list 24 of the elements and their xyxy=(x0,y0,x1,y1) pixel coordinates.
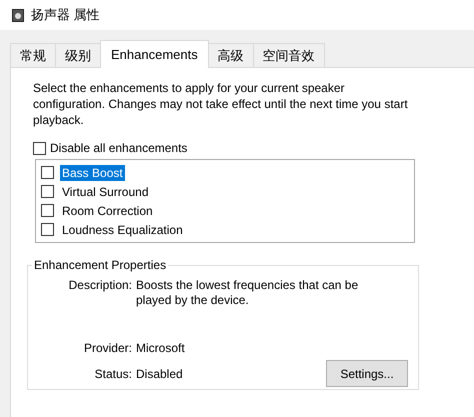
list-item[interactable]: Room Correction xyxy=(60,202,155,218)
checkbox[interactable] xyxy=(41,185,54,198)
checkbox[interactable] xyxy=(41,166,54,179)
field-value: Disabled xyxy=(136,367,183,382)
tab[interactable]: 空间音效 xyxy=(252,43,325,67)
checkbox[interactable] xyxy=(41,204,54,217)
tab[interactable]: Enhancements xyxy=(100,40,209,68)
field-label: Provider: xyxy=(82,341,132,356)
list-item[interactable]: Virtual Surround xyxy=(60,184,150,200)
group-title: Enhancement Properties xyxy=(32,258,168,272)
tab[interactable]: 常规 xyxy=(10,43,56,67)
field-value: Boosts the lowest frequencies that can be played by the device. xyxy=(136,278,360,308)
list-item[interactable]: Bass Boost xyxy=(60,164,125,180)
checkbox[interactable] xyxy=(41,223,54,236)
speaker-icon xyxy=(12,8,24,22)
settings-button[interactable]: Settings... xyxy=(326,360,408,387)
window-title: 扬声器 属性 xyxy=(31,6,100,24)
checkbox[interactable] xyxy=(33,142,46,154)
field-label: Description: xyxy=(68,278,132,294)
field-label: Status: xyxy=(94,367,132,382)
list-item[interactable]: Loudness Equalization xyxy=(60,222,185,238)
field-value: Microsoft xyxy=(136,341,185,356)
intro-text: Select the enhancements to apply for your current speaker configuration. Changes may not take effect until the next time you start playback. xyxy=(33,80,409,128)
checkbox-label: Disable all enhancements xyxy=(50,141,188,155)
